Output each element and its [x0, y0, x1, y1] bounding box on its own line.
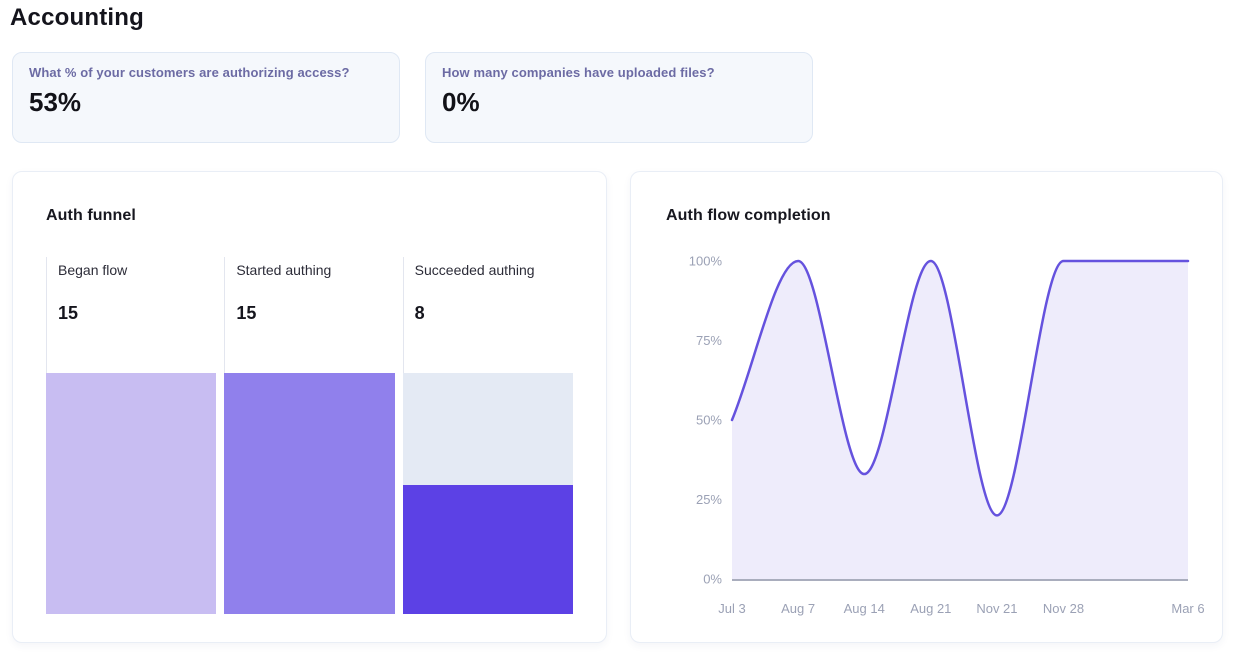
funnel-step-began-flow: Began flow 15 — [46, 257, 216, 614]
auth-flow-completion-card: 100% 75% 50% 25% 0% Jul 3 Aug 7 Aug 14 Aug 21 Nov… — [630, 171, 1223, 643]
x-tick-label: Nov 28 — [1043, 601, 1084, 616]
auth-flow-completion-title: Auth flow completion — [666, 207, 831, 225]
funnel-step-label: Began flow — [58, 262, 216, 278]
auth-funnel-chart: Began flow 15 Started authing 15 Succeed… — [46, 257, 573, 614]
auth-funnel-title: Auth funnel — [46, 207, 136, 225]
auth-funnel-card: Auth funnel Began flow 15 Started authin… — [12, 171, 607, 643]
y-tick-label: 25% — [696, 492, 722, 507]
y-tick-label: 75% — [696, 333, 722, 348]
x-tick-label: Nov 21 — [976, 601, 1017, 616]
funnel-bar — [403, 485, 573, 614]
funnel-step-started-authing: Started authing 15 — [224, 257, 394, 614]
x-tick-label: Mar 6 — [1171, 601, 1204, 616]
funnel-step-header: Started authing 15 — [224, 257, 394, 373]
x-tick-label: Aug 21 — [910, 601, 951, 616]
stat-value: 0% — [442, 87, 796, 118]
auth-flow-completion-chart: 100% 75% 50% 25% 0% Jul 3 Aug 7 Aug 14 Aug 21 Nov… — [631, 172, 1224, 644]
funnel-step-label: Succeeded authing — [415, 262, 573, 278]
stat-card-authorizing-access: What % of your customers are authorizing… — [12, 52, 400, 143]
funnel-step-succeeded-authing: Succeeded authing 8 — [403, 257, 573, 614]
y-tick-label: 100% — [689, 254, 723, 269]
page-title: Accounting — [10, 4, 144, 32]
funnel-step-header: Began flow 15 — [46, 257, 216, 373]
funnel-bar-track — [46, 373, 216, 614]
y-tick-label: 0% — [703, 572, 722, 587]
funnel-step-value: 15 — [58, 303, 216, 324]
funnel-bar — [46, 373, 216, 614]
x-tick-label: Jul 3 — [718, 601, 745, 616]
funnel-bar — [224, 373, 394, 614]
funnel-step-label: Started authing — [236, 262, 394, 278]
stat-question: How many companies have uploaded files? — [442, 65, 796, 80]
funnel-step-value: 8 — [415, 303, 573, 324]
y-tick-label: 50% — [696, 413, 722, 428]
stat-question: What % of your customers are authorizing… — [29, 65, 383, 80]
funnel-step-header: Succeeded authing 8 — [403, 257, 573, 373]
x-tick-label: Aug 7 — [781, 601, 815, 616]
stat-value: 53% — [29, 87, 383, 118]
funnel-bar-track — [403, 373, 573, 614]
completion-area-fill — [732, 261, 1188, 579]
funnel-bar-track — [224, 373, 394, 614]
funnel-step-value: 15 — [236, 303, 394, 324]
stat-card-uploaded-files: How many companies have uploaded files? … — [425, 52, 813, 143]
x-tick-label: Aug 14 — [844, 601, 885, 616]
